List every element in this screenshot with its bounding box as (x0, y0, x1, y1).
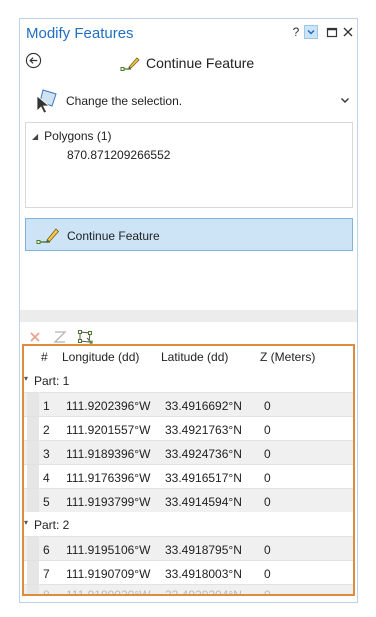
column-header-longitude[interactable]: Longitude (dd) (62, 350, 139, 364)
table-header: # Longitude (dd) Latitude (dd) Z (Meters… (24, 346, 353, 368)
vertex-table: # Longitude (dd) Latitude (dd) Z (Meters… (22, 344, 355, 596)
cell-number: 8 (43, 588, 50, 596)
collapse-triangle-icon[interactable]: ▾ (24, 374, 28, 383)
tree-feature-value[interactable]: 870.871209266552 (67, 148, 170, 162)
continue-feature-button[interactable]: Continue Feature (25, 218, 353, 251)
change-selection-label: Change the selection. (66, 94, 183, 108)
cell-z[interactable]: 0 (264, 399, 271, 413)
cell-latitude[interactable]: 33.4918003°N (165, 567, 242, 581)
select-cursor-icon (36, 89, 57, 114)
close-button[interactable] (341, 25, 355, 39)
table-row[interactable]: 4 111.9176396°W 33.4916517°N 0 (24, 464, 353, 489)
cell-number: 2 (43, 423, 50, 437)
part-label: Part: 2 (34, 518, 70, 532)
cell-z[interactable]: 0 (264, 588, 271, 594)
table-row[interactable]: 8 111.9189020°W 33.4920204°N 0 (24, 584, 353, 596)
tree-node-polygons[interactable]: ◢ Polygons (1) (32, 129, 112, 143)
cell-longitude[interactable]: 111.9176396°W (66, 471, 150, 485)
cell-number: 1 (43, 399, 50, 413)
continue-feature-icon (120, 57, 140, 71)
chevron-down-icon (307, 29, 315, 35)
tool-title-label: Continue Feature (146, 55, 255, 71)
cell-longitude[interactable]: 111.9189020°W (66, 588, 150, 594)
part-group-row[interactable]: ▾ Part: 1 (24, 368, 353, 392)
continue-feature-icon (36, 228, 60, 244)
cell-longitude[interactable]: 111.9195106°W (66, 543, 150, 557)
cell-z[interactable]: 0 (264, 471, 271, 485)
tool-header: Continue Feature (20, 49, 357, 75)
pane-title-bar: Modify Features ? (20, 19, 357, 47)
chevron-down-icon[interactable] (339, 94, 351, 106)
cell-longitude[interactable]: 111.9193799°W (66, 495, 150, 509)
vertex-edit-icon[interactable] (77, 329, 93, 345)
row-indent (27, 441, 39, 465)
cell-latitude[interactable]: 33.4916692°N (165, 399, 242, 413)
cell-number: 6 (43, 543, 50, 557)
modify-features-pane: Modify Features ? Continue Feature Chang… (19, 18, 358, 603)
cell-longitude[interactable]: 111.9189396°W (66, 447, 150, 461)
cell-latitude[interactable]: 33.4918795°N (165, 543, 242, 557)
cell-latitude[interactable]: 33.4916517°N (165, 471, 242, 485)
row-indent (27, 417, 39, 441)
cell-number: 5 (43, 495, 50, 509)
cell-z[interactable]: 0 (264, 567, 271, 581)
cell-number: 3 (43, 447, 50, 461)
selection-tree: ◢ Polygons (1) 870.871209266552 (25, 122, 353, 208)
cell-z[interactable]: 0 (264, 423, 271, 437)
cell-number: 4 (43, 471, 50, 485)
table-row[interactable]: 1 111.9202396°W 33.4916692°N 0 (24, 392, 353, 417)
expand-triangle-icon[interactable]: ◢ (32, 132, 38, 141)
collapse-triangle-icon[interactable]: ▾ (24, 518, 28, 527)
continue-feature-button-label: Continue Feature (67, 229, 160, 243)
help-button[interactable]: ? (289, 25, 303, 39)
table-row[interactable]: 5 111.9193799°W 33.4914594°N 0 (24, 488, 353, 513)
change-selection-row[interactable]: Change the selection. (20, 85, 357, 117)
table-row[interactable]: 2 111.9201557°W 33.4921763°N 0 (24, 416, 353, 441)
row-indent (27, 393, 39, 417)
cell-latitude[interactable]: 33.4914594°N (165, 495, 242, 509)
cell-latitude[interactable]: 33.4920204°N (165, 588, 242, 594)
z-value-icon[interactable] (52, 329, 68, 345)
table-row[interactable]: 7 111.9190709°W 33.4918003°N 0 (24, 560, 353, 585)
cell-z[interactable]: 0 (264, 543, 271, 557)
maximize-button[interactable] (325, 25, 339, 39)
cell-z[interactable]: 0 (264, 447, 271, 461)
cell-longitude[interactable]: 111.9201557°W (66, 423, 150, 437)
part-label: Part: 1 (34, 374, 70, 388)
close-icon (343, 27, 353, 37)
row-indent (27, 489, 39, 513)
pane-title: Modify Features (26, 25, 134, 42)
delete-x-icon[interactable] (27, 329, 43, 345)
back-arrow-icon[interactable] (25, 52, 42, 69)
part-group-row[interactable]: ▾ Part: 2 (24, 512, 353, 536)
column-header-latitude[interactable]: Latitude (dd) (161, 350, 228, 364)
maximize-icon (326, 27, 338, 38)
table-row[interactable]: 3 111.9189396°W 33.4924736°N 0 (24, 440, 353, 465)
cell-latitude[interactable]: 33.4921763°N (165, 423, 242, 437)
row-indent (27, 537, 39, 561)
column-header-z[interactable]: Z (Meters) (260, 350, 315, 364)
cell-longitude[interactable]: 111.9190709°W (66, 567, 150, 581)
cell-z[interactable]: 0 (264, 495, 271, 509)
row-indent (27, 561, 39, 585)
cell-latitude[interactable]: 33.4924736°N (165, 447, 242, 461)
table-row[interactable]: 6 111.9195106°W 33.4918795°N 0 (24, 536, 353, 561)
pane-menu-button[interactable] (304, 25, 318, 39)
cell-longitude[interactable]: 111.9202396°W (66, 399, 150, 413)
row-indent (27, 465, 39, 489)
tool-title: Continue Feature (120, 53, 254, 73)
column-header-number[interactable]: # (41, 350, 48, 364)
cell-number: 7 (43, 567, 50, 581)
tree-node-label: Polygons (1) (44, 129, 112, 143)
divider (20, 310, 357, 322)
row-indent (27, 585, 39, 594)
